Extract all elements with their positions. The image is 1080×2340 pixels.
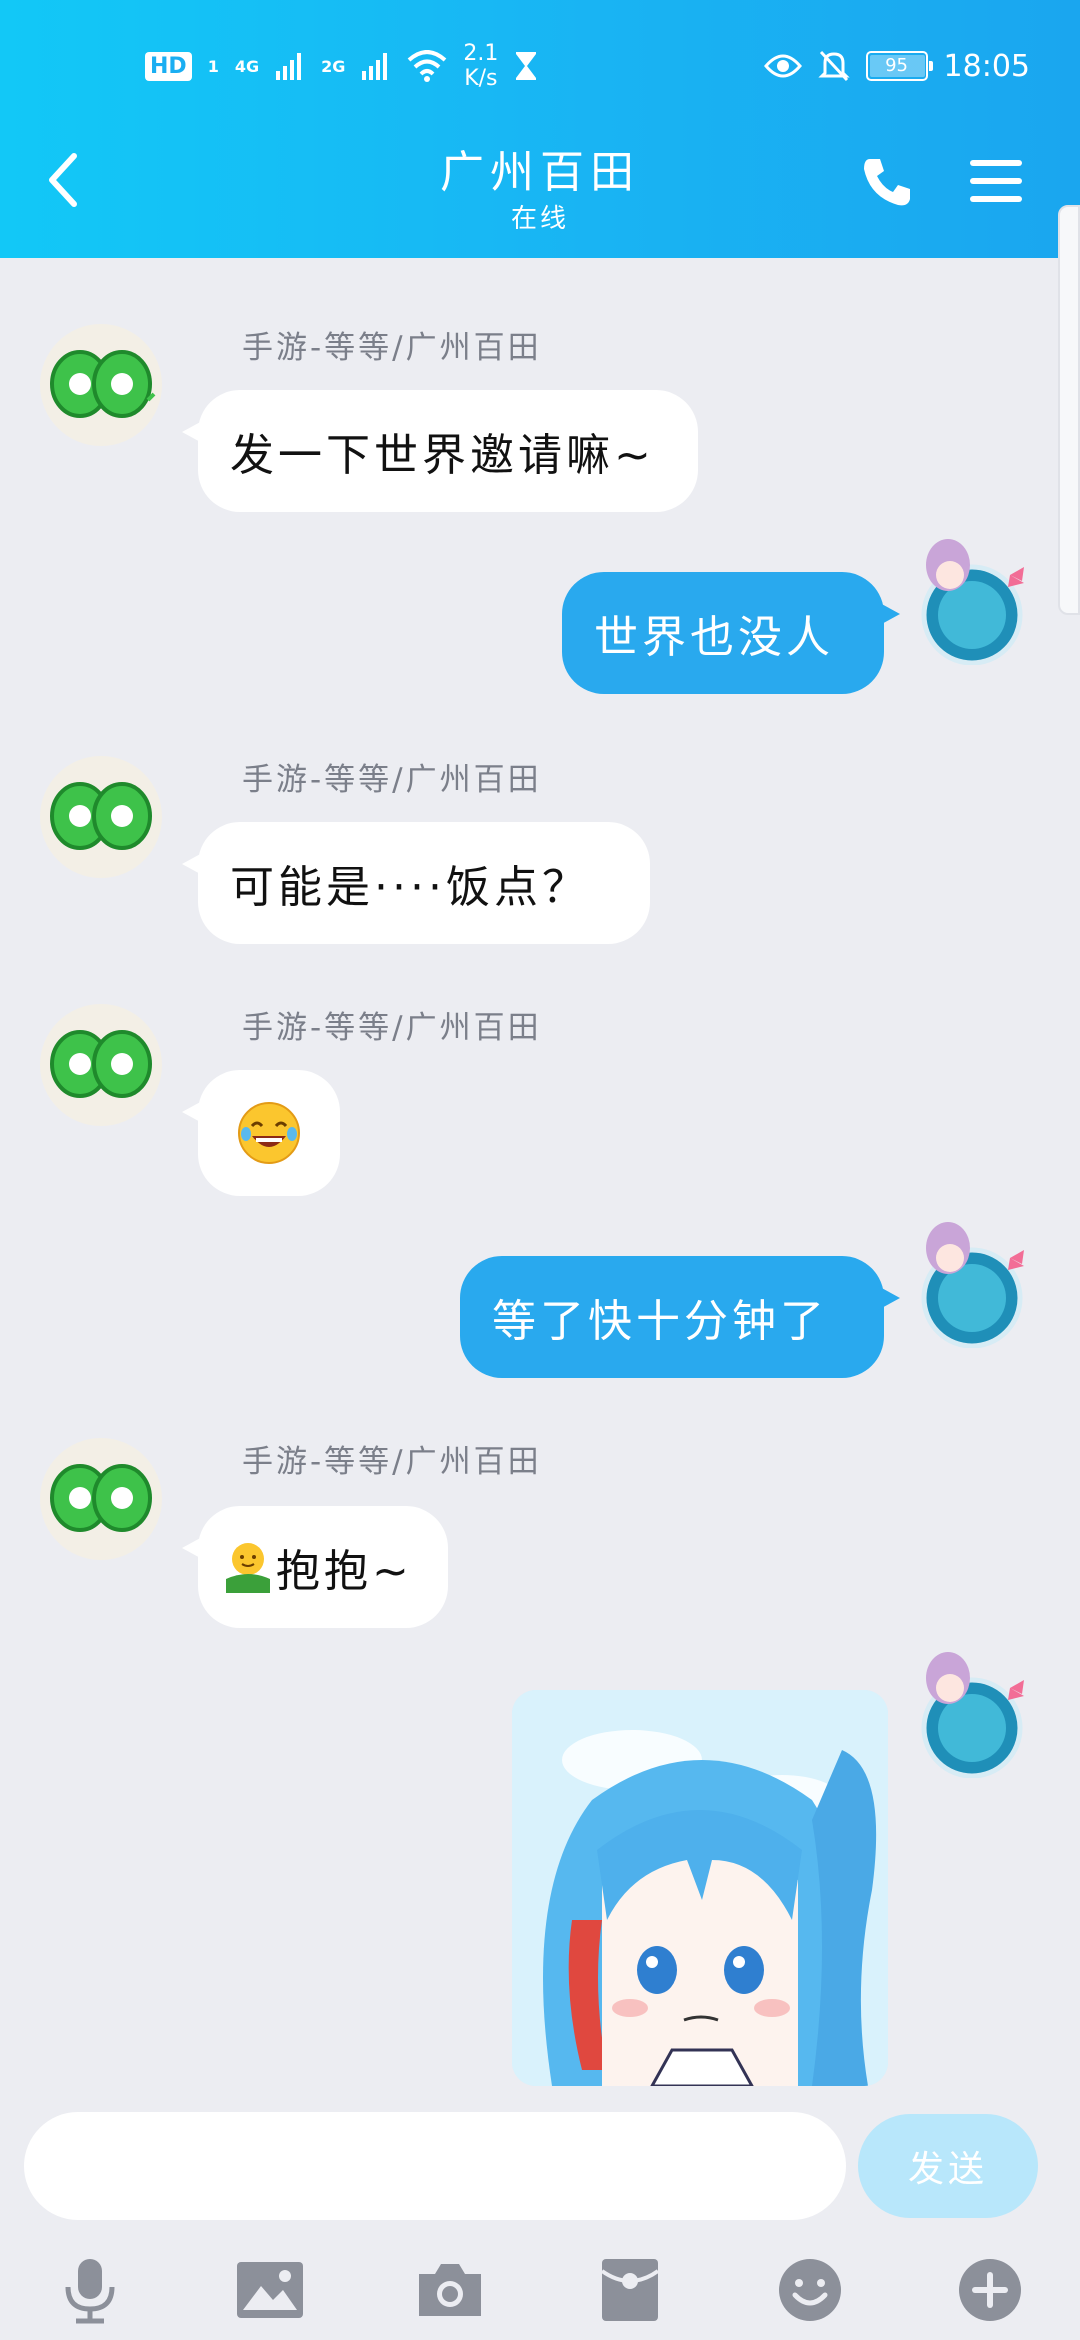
network-2g-label: 2G: [321, 56, 346, 76]
message-input[interactable]: [24, 2112, 846, 2220]
image-icon[interactable]: [230, 2250, 310, 2330]
message-text: 抱抱~: [276, 1546, 413, 1597]
emoji-icon[interactable]: [770, 2250, 850, 2330]
microphone-icon[interactable]: [50, 2250, 130, 2330]
laughing-tears-emoji: [238, 1102, 300, 1164]
contact-avatar[interactable]: [40, 1438, 162, 1560]
eye-icon: [763, 54, 802, 78]
user-avatar[interactable]: [910, 1648, 1040, 1779]
anime-girl-sticker[interactable]: [512, 1690, 888, 2086]
sender-name: 手游-等等/广州百田: [242, 1010, 542, 1046]
battery-indicator: 95: [865, 51, 933, 81]
red-packet-icon[interactable]: [590, 2250, 670, 2330]
wifi-icon: [408, 50, 447, 82]
message-bubble[interactable]: 可能是····饭点？: [182, 822, 650, 944]
sender-name: 手游-等等/广州百田: [242, 330, 542, 366]
hd-badge: HD: [145, 51, 192, 81]
mute-bell-icon: [817, 50, 850, 82]
chat-header: HD 1 4G 2G 2.1 K/s 95 18:05 广州百田 在线: [0, 0, 1080, 258]
camera-icon[interactable]: [410, 2250, 490, 2330]
clock: 18:05: [943, 48, 1030, 84]
chat-title: 广州百田: [440, 147, 640, 198]
contact-avatar[interactable]: [40, 756, 162, 878]
message-bubble-outgoing[interactable]: 世界也没人: [562, 572, 900, 694]
menu-icon[interactable]: [968, 156, 1024, 206]
plus-icon[interactable]: [950, 2250, 1030, 2330]
network-speed: 2.1 K/s: [463, 41, 499, 91]
online-status: 在线: [510, 204, 569, 234]
message-bubble[interactable]: 抱抱~: [182, 1506, 448, 1628]
signal-icon: [362, 53, 388, 80]
hourglass-icon: [516, 52, 537, 80]
message-bubble-outgoing[interactable]: 等了快十分钟了: [460, 1256, 900, 1378]
message-bubble[interactable]: 发一下世界邀请嘛~: [182, 390, 698, 512]
hug-emoji: [226, 1543, 270, 1593]
sender-name: 手游-等等/广州百田: [242, 1444, 542, 1480]
network-4g-label: 4G: [234, 56, 260, 76]
send-button[interactable]: 发送: [858, 2114, 1038, 2218]
scrollbar[interactable]: [1058, 205, 1080, 615]
sender-name: 手游-等等/广州百田: [242, 762, 542, 798]
user-avatar[interactable]: [910, 1218, 1040, 1349]
signal-icon: [276, 53, 302, 80]
message-bubble[interactable]: [182, 1070, 340, 1196]
contact-avatar[interactable]: [40, 1004, 162, 1126]
user-avatar[interactable]: [910, 535, 1040, 666]
contact-avatar[interactable]: [40, 324, 162, 446]
input-toolbar: [0, 2240, 1080, 2340]
status-bar: HD 1 4G 2G 2.1 K/s 95 18:05: [0, 36, 1080, 96]
phone-icon[interactable]: [860, 155, 914, 209]
sim1-label: 1: [207, 56, 219, 76]
